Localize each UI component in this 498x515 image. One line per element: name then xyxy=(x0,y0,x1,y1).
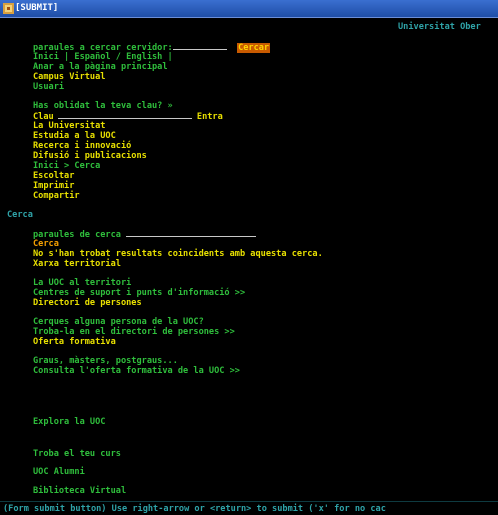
enter-button[interactable]: Entra xyxy=(197,112,223,122)
lynx-screen: Universitat Ober paraules a cercar cervi… xyxy=(0,18,498,515)
breadcrumb[interactable]: Inici > Cerca xyxy=(33,161,100,171)
nav-item-difusio[interactable]: Difusió i publicacions xyxy=(33,151,147,161)
nav-item-estudia[interactable]: Estudia a la UOC xyxy=(33,131,116,141)
language-links[interactable]: Inici | Español / English | xyxy=(33,52,173,62)
top-search-button[interactable]: Cercar xyxy=(237,43,271,53)
uoc-alumni-link[interactable]: UOC Alumni xyxy=(33,467,85,477)
password-input[interactable] xyxy=(57,111,192,119)
explore-uoc-link[interactable]: Explora la UOC xyxy=(33,417,105,427)
people-question[interactable]: Cerques alguna persona de la UOC? xyxy=(33,317,204,327)
consult-offer-link[interactable]: Consulta l'oferta formativa de la UOC >> xyxy=(33,366,240,376)
forgot-password-link[interactable]: Has oblidat la teva clau? » xyxy=(33,101,173,111)
main-search-button[interactable]: Cerca xyxy=(33,239,59,249)
training-offer-heading: Oferta formativa xyxy=(33,337,116,347)
window-title: [SUBMIT] xyxy=(15,3,59,13)
find-person-link[interactable]: Troba-la en el directori de persones >> xyxy=(33,327,235,337)
find-course-link[interactable]: Troba el teu curs xyxy=(33,449,121,459)
nav-item-universitat[interactable]: La Universitat xyxy=(33,121,105,131)
status-divider xyxy=(0,501,498,502)
app-icon xyxy=(3,3,14,14)
nav-item-imprimir[interactable]: Imprimir xyxy=(33,181,74,191)
nav-item-escoltar[interactable]: Escoltar xyxy=(33,171,74,181)
page-title: Cerca xyxy=(7,210,33,220)
territorial-network-heading: Xarxa territorial xyxy=(33,259,121,269)
degrees-title[interactable]: Graus, màsters, postgraus... xyxy=(33,356,178,366)
territory-title[interactable]: La UOC al territori xyxy=(33,278,131,288)
user-field-row: Usuari xyxy=(33,82,64,92)
top-search-input[interactable] xyxy=(172,42,227,50)
nav-item-compartir[interactable]: Compartir xyxy=(33,191,80,201)
support-centers-link[interactable]: Centres de suport i punts d'informació >… xyxy=(33,288,245,298)
virtual-library-link[interactable]: Biblioteca Virtual xyxy=(33,486,126,496)
main-search-row: paraules de cerca xyxy=(33,229,257,240)
user-label: Usuari xyxy=(33,82,65,92)
terminal-window: [SUBMIT] Universitat Ober paraules a cer… xyxy=(0,0,498,515)
site-title: Universitat Ober xyxy=(398,22,481,32)
no-results-message: No s'han trobat resultats coincidents am… xyxy=(33,249,323,259)
nav-item-recerca[interactable]: Recerca i innovació xyxy=(33,141,131,151)
main-search-input[interactable] xyxy=(126,229,257,237)
home-link[interactable]: Anar a la pàgina principal xyxy=(33,62,168,72)
title-bar: [SUBMIT] xyxy=(0,0,498,18)
campus-virtual-link[interactable]: Campus Virtual xyxy=(33,72,105,82)
people-directory-heading: Directori de persones xyxy=(33,298,142,308)
status-bar: (Form submit button) Use right-arrow or … xyxy=(3,504,386,514)
